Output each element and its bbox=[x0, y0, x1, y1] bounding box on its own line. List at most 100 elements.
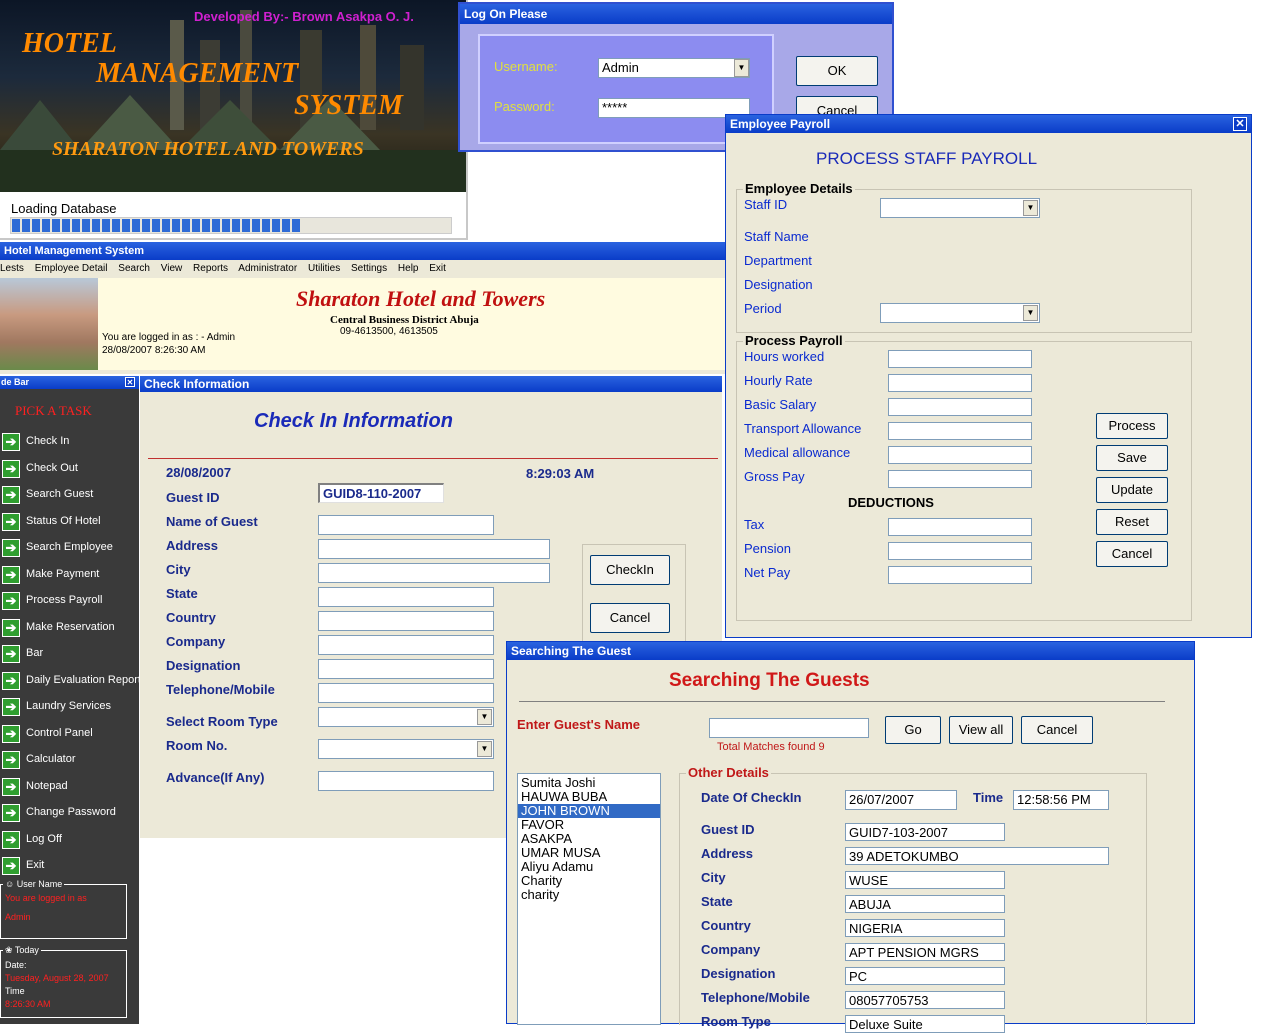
menu-help[interactable]: Help bbox=[398, 263, 419, 274]
payroll-update-button[interactable]: Update bbox=[1096, 477, 1168, 503]
sidebar-item-search-employee[interactable]: ➔ Search Employee bbox=[0, 537, 138, 559]
payroll-input-hours-worked[interactable] bbox=[888, 350, 1032, 368]
checkin-button[interactable]: CheckIn bbox=[590, 555, 670, 585]
sidebar-item-control-panel[interactable]: ➔ Control Panel bbox=[0, 723, 138, 745]
chevron-down-icon[interactable]: ▼ bbox=[477, 741, 492, 757]
guest-name-search-input[interactable] bbox=[709, 718, 869, 738]
guest-list-item[interactable]: Sumita Joshi bbox=[518, 776, 660, 790]
guest-list-item[interactable]: FAVOR bbox=[518, 818, 660, 832]
guest-list-item[interactable]: JOHN BROWN bbox=[518, 804, 660, 818]
user-line-2: Admin bbox=[5, 912, 31, 922]
checkin-input-address[interactable] bbox=[318, 539, 550, 559]
search-cancel-button[interactable]: Cancel bbox=[1021, 716, 1093, 744]
checkin-title-bar: Check Information bbox=[140, 376, 722, 392]
sidebar-item-search-guest[interactable]: ➔ Search Guest bbox=[0, 484, 138, 506]
menu-search[interactable]: Search bbox=[118, 263, 150, 274]
checkin-input-company[interactable] bbox=[318, 635, 494, 655]
time-value: 8:26:30 AM bbox=[5, 999, 51, 1009]
menu-utilities[interactable]: Utilities bbox=[308, 263, 340, 274]
sidebar-item-make-payment[interactable]: ➔ Make Payment bbox=[0, 564, 138, 586]
checkin-window-title: Check Information bbox=[144, 377, 250, 391]
username-dropdown[interactable]: ▼ bbox=[734, 59, 749, 77]
sidebar-item-daily-evaluation-report[interactable]: ➔ Daily Evaluation Report bbox=[0, 670, 141, 692]
sidebar-item-notepad[interactable]: ➔ Notepad bbox=[0, 776, 138, 798]
checkin-input-state[interactable] bbox=[318, 587, 494, 607]
advance-field[interactable] bbox=[318, 771, 494, 791]
checkin-cancel-button[interactable]: Cancel bbox=[590, 603, 670, 633]
payroll-input-hourly-rate[interactable] bbox=[888, 374, 1032, 392]
staff-id-select[interactable]: ▼ bbox=[880, 198, 1040, 218]
payroll-label-hours-worked: Hours worked bbox=[744, 349, 825, 364]
room-type-select[interactable]: ▼ bbox=[318, 707, 494, 727]
sidebar-item-check-in[interactable]: ➔ Check In bbox=[0, 431, 138, 453]
payroll-process-button[interactable]: Process bbox=[1096, 413, 1168, 439]
payroll-save-button[interactable]: Save bbox=[1096, 445, 1168, 471]
sidebar-item-log-off[interactable]: ➔ Log Off bbox=[0, 829, 138, 851]
deduction-input-tax[interactable] bbox=[888, 518, 1032, 536]
payroll-input-gross-pay[interactable] bbox=[888, 470, 1032, 488]
main-window: Hotel Management System Lests Employee D… bbox=[0, 242, 726, 374]
guest-list-item[interactable]: UMAR MUSA bbox=[518, 846, 660, 860]
payroll-cancel-button[interactable]: Cancel bbox=[1096, 541, 1168, 567]
guest-list-item[interactable]: charity bbox=[518, 888, 660, 902]
menu-settings[interactable]: Settings bbox=[351, 263, 387, 274]
menu-view[interactable]: View bbox=[161, 263, 183, 274]
room-no-label: Room No. bbox=[166, 738, 228, 753]
chevron-down-icon[interactable]: ▼ bbox=[738, 63, 746, 72]
logon-title-bar: Log On Please bbox=[460, 4, 892, 24]
chevron-down-icon[interactable]: ▼ bbox=[1023, 200, 1038, 216]
guest-list-item[interactable]: HAUWA BUBA bbox=[518, 790, 660, 804]
guest-list-item[interactable]: ASAKPA bbox=[518, 832, 660, 846]
detail-label-designation: Designation bbox=[701, 966, 776, 981]
menu-employee-detail[interactable]: Employee Detail bbox=[35, 263, 108, 274]
arrow-right-icon: ➔ bbox=[2, 486, 20, 504]
guest-list-item[interactable]: Aliyu Adamu bbox=[518, 860, 660, 874]
username-select[interactable]: Admin bbox=[598, 58, 750, 78]
sidebar-item-process-payroll[interactable]: ➔ Process Payroll bbox=[0, 590, 138, 612]
payroll-input-transport-allowance[interactable] bbox=[888, 422, 1032, 440]
menu-reports[interactable]: Reports bbox=[193, 263, 228, 274]
view-all-button[interactable]: View all bbox=[949, 716, 1013, 744]
sidebar-item-status-of-hotel[interactable]: ➔ Status Of Hotel bbox=[0, 511, 138, 533]
menu-lests[interactable]: Lests bbox=[0, 263, 24, 274]
menu-exit[interactable]: Exit bbox=[429, 263, 446, 274]
sidebar-item-change-password[interactable]: ➔ Change Password bbox=[0, 802, 138, 824]
sidebar-item-bar[interactable]: ➔ Bar bbox=[0, 643, 138, 665]
arrow-right-icon: ➔ bbox=[2, 592, 20, 610]
arrow-right-icon: ➔ bbox=[2, 539, 20, 557]
guest-list-item[interactable]: Charity bbox=[518, 874, 660, 888]
payroll-input-basic-salary[interactable] bbox=[888, 398, 1032, 416]
chevron-down-icon[interactable]: ▼ bbox=[1023, 305, 1038, 321]
arrow-right-icon: ➔ bbox=[2, 671, 20, 690]
sidebar-item-exit[interactable]: ➔ Exit bbox=[0, 855, 138, 877]
menu-administrator[interactable]: Administrator bbox=[238, 263, 297, 274]
sidebar-item-make-reservation[interactable]: ➔ Make Reservation bbox=[0, 617, 138, 639]
chevron-down-icon[interactable]: ▼ bbox=[477, 709, 492, 725]
sidebar-close-icon[interactable]: ✕ bbox=[125, 377, 135, 387]
checkin-input-telephone-mobile[interactable] bbox=[318, 683, 494, 703]
go-button[interactable]: Go bbox=[885, 716, 941, 744]
checkin-input-city[interactable] bbox=[318, 563, 550, 583]
payroll-reset-button[interactable]: Reset bbox=[1096, 509, 1168, 535]
logon-ok-button[interactable]: OK bbox=[796, 56, 878, 86]
deduction-label-net-pay: Net Pay bbox=[744, 565, 791, 580]
guest-listbox[interactable]: Sumita Joshi HAUWA BUBA JOHN BROWN FAVOR ASA… bbox=[517, 773, 661, 1025]
period-select[interactable]: ▼ bbox=[880, 303, 1040, 323]
checkin-input-designation[interactable] bbox=[318, 659, 494, 679]
room-no-select[interactable]: ▼ bbox=[318, 739, 494, 759]
payroll-input-medical-allowance[interactable] bbox=[888, 446, 1032, 464]
designation-label: Designation bbox=[744, 277, 813, 292]
sidebar-item-label: Exit bbox=[26, 859, 45, 871]
payroll-label-hourly-rate: Hourly Rate bbox=[744, 373, 813, 388]
arrow-right-icon: ➔ bbox=[2, 433, 20, 451]
checkin-input-name-of-guest[interactable] bbox=[318, 515, 494, 535]
sidebar-item-check-out[interactable]: ➔ Check Out bbox=[0, 458, 138, 480]
sidebar-item-calculator[interactable]: ➔ Calculator bbox=[0, 749, 138, 771]
payroll-heading: PROCESS STAFF PAYROLL bbox=[816, 149, 1038, 168]
user-icon: ☺ bbox=[5, 879, 15, 889]
deduction-input-net-pay[interactable] bbox=[888, 566, 1032, 584]
checkin-input-country[interactable] bbox=[318, 611, 494, 631]
payroll-close-icon[interactable]: ✕ bbox=[1233, 117, 1247, 131]
sidebar-item-laundry-services[interactable]: ➔ Laundry Services bbox=[0, 696, 138, 718]
deduction-input-pension[interactable] bbox=[888, 542, 1032, 560]
